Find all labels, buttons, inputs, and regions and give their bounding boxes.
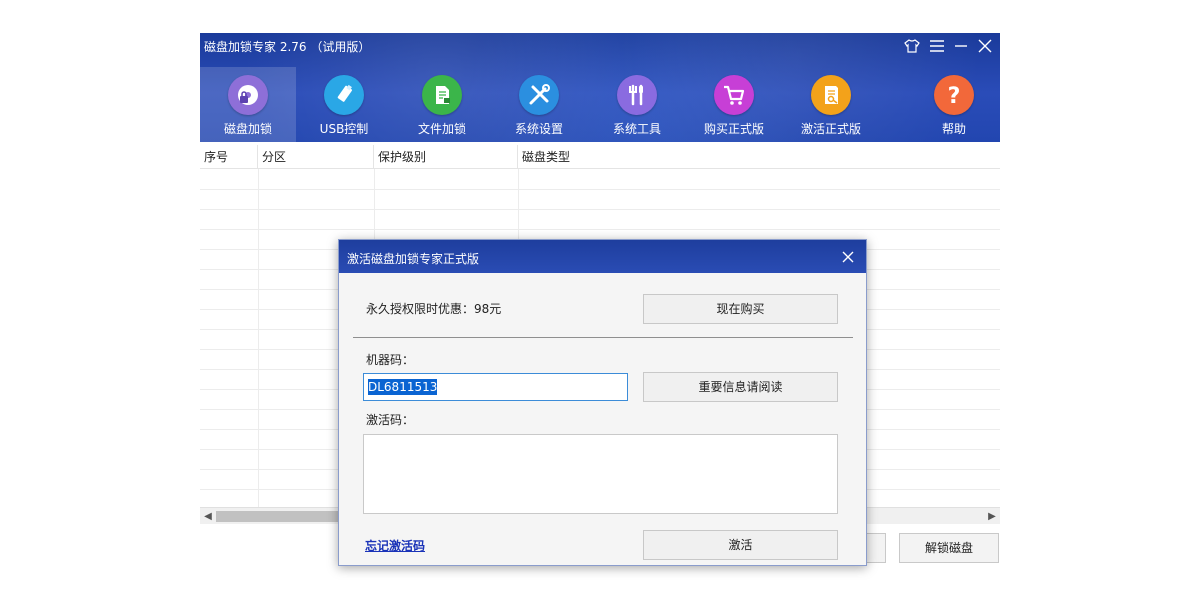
- toolbar-label: 系统工具: [612, 122, 661, 136]
- toolbar-label: USB控制: [319, 122, 369, 136]
- toolbar-label: 磁盘加锁: [223, 122, 272, 136]
- skin-icon[interactable]: [902, 37, 922, 55]
- column-header-protection-level[interactable]: 保护级别: [374, 145, 518, 169]
- tools-icon: [519, 75, 559, 115]
- column-header-disk-type[interactable]: 磁盘类型: [518, 145, 1000, 169]
- toolbar-activate-full[interactable]: 激活正式版: [783, 67, 879, 142]
- machine-code-label: 机器码：: [366, 353, 415, 367]
- activate-button[interactable]: 激活: [643, 530, 838, 560]
- scroll-right-icon[interactable]: ▶: [984, 509, 1000, 524]
- toolbar-system-tools[interactable]: 系统工具: [589, 67, 685, 142]
- main-toolbar: 磁盘加锁 USB控制 文件加锁 系统设置 系统工具 购买正式版 激活正式版 ? …: [200, 67, 1000, 142]
- toolbar-label: 系统设置: [514, 122, 563, 136]
- toolbar-file-lock[interactable]: 文件加锁: [394, 67, 490, 142]
- wrench-icon: [617, 75, 657, 115]
- dialog-title-bar: 激活磁盘加锁专家正式版: [339, 240, 866, 273]
- menu-icon[interactable]: [927, 37, 947, 55]
- cart-icon: [714, 75, 754, 115]
- minimize-icon[interactable]: [951, 37, 971, 55]
- header-bar: 磁盘加锁专家 2.76 （试用版） 磁盘加锁 USB控制 文件加锁 系统设置 系…: [200, 33, 1000, 142]
- table-row-divider: [200, 189, 1000, 190]
- buy-now-button[interactable]: 现在购买: [643, 294, 838, 324]
- toolbar-label: 帮助: [941, 122, 966, 136]
- key-doc-icon: [811, 75, 851, 115]
- offer-text: 永久授权限时优惠：98元: [366, 302, 502, 316]
- toolbar-label: 文件加锁: [417, 122, 466, 136]
- toolbar-label: 激活正式版: [800, 122, 861, 136]
- toolbar-system-settings[interactable]: 系统设置: [491, 67, 587, 142]
- table-row-divider: [200, 209, 1000, 210]
- toolbar-label: 购买正式版: [703, 122, 764, 136]
- disk-lock-icon: [228, 75, 268, 115]
- file-lock-icon: [422, 75, 462, 115]
- machine-code-input[interactable]: DL6811513: [363, 373, 628, 401]
- close-icon[interactable]: [975, 37, 995, 55]
- toolbar-disk-lock[interactable]: 磁盘加锁: [200, 67, 296, 142]
- important-info-button[interactable]: 重要信息请阅读: [643, 372, 838, 402]
- help-icon: ?: [934, 75, 974, 115]
- dialog-close-icon[interactable]: [838, 247, 858, 267]
- dialog-divider: [353, 337, 853, 338]
- column-header-partition[interactable]: 分区: [258, 145, 374, 169]
- toolbar-usb-control[interactable]: USB控制: [296, 67, 392, 142]
- toolbar-buy-full[interactable]: 购买正式版: [686, 67, 782, 142]
- activation-code-input[interactable]: [363, 434, 838, 514]
- toolbar-help[interactable]: ? 帮助: [906, 67, 1000, 142]
- dialog-title: 激活磁盘加锁专家正式版: [347, 252, 480, 266]
- unlock-disk-button[interactable]: 解锁磁盘: [899, 533, 999, 563]
- machine-code-value: DL6811513: [368, 379, 438, 395]
- forgot-code-link[interactable]: 忘记激活码: [365, 537, 425, 554]
- table-column-divider: [258, 169, 259, 509]
- activation-code-label: 激活码：: [366, 413, 415, 427]
- scroll-left-icon[interactable]: ◀: [200, 509, 216, 524]
- partition-table-header: 序号 分区 保护级别 磁盘类型: [200, 145, 1000, 169]
- svg-text:?: ?: [948, 84, 961, 108]
- usb-icon: [324, 75, 364, 115]
- table-row-divider: [200, 229, 1000, 230]
- column-header-index[interactable]: 序号: [200, 145, 258, 169]
- app-title: 磁盘加锁专家 2.76 （试用版）: [204, 40, 371, 54]
- activation-dialog: 激活磁盘加锁专家正式版 永久授权限时优惠：98元 现在购买 机器码： DL681…: [338, 239, 867, 566]
